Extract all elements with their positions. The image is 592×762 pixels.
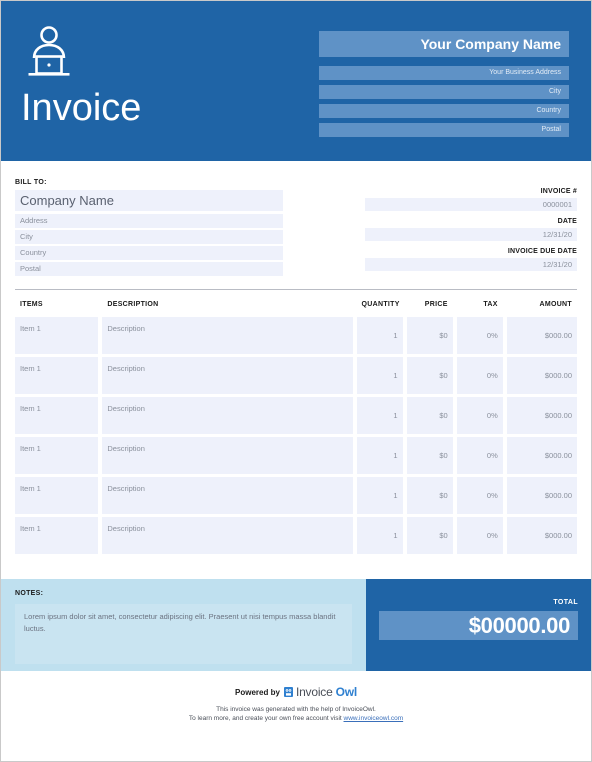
company-postal-field[interactable]: Postal <box>319 123 569 137</box>
cell-amount[interactable]: $000.00 <box>506 397 577 434</box>
cell-quantity[interactable]: 1 <box>356 477 403 514</box>
bill-to-postal-field[interactable]: Postal <box>15 262 283 276</box>
bill-to-section: BILL TO: Company Name Address City Count… <box>15 179 283 278</box>
invoice-page: Invoice Your Company Name Your Business … <box>0 0 592 762</box>
invoice-date-label: DATE <box>557 218 577 225</box>
cell-item[interactable]: Item 1 <box>15 437 99 474</box>
cell-tax[interactable]: 0% <box>456 317 503 354</box>
cell-description[interactable]: Description <box>102 317 353 354</box>
cell-tax[interactable]: 0% <box>456 477 503 514</box>
bill-to-city-field[interactable]: City <box>15 230 283 244</box>
notes-field[interactable]: Lorem ipsum dolor sit amet, consectetur … <box>15 604 352 664</box>
cell-description[interactable]: Description <box>102 397 353 434</box>
column-header-price: PRICE <box>424 301 448 308</box>
table-row: Item 1 Description 1 $0 0% $000.00 <box>15 317 577 354</box>
cell-quantity[interactable]: 1 <box>356 357 403 394</box>
line-items-table: ITEMS DESCRIPTION QUANTITY PRICE TAX AMO… <box>11 298 581 557</box>
cell-quantity[interactable]: 1 <box>356 317 403 354</box>
invoiceowl-logo[interactable]: Invoice Owl <box>283 685 358 699</box>
bill-to-company-field[interactable]: Company Name <box>15 190 283 211</box>
total-label: TOTAL <box>553 599 578 606</box>
cell-tax[interactable]: 0% <box>456 517 503 554</box>
column-header-tax: TAX <box>483 301 498 308</box>
notes-total-bar: NOTES: Lorem ipsum dolor sit amet, conse… <box>1 579 591 671</box>
cell-amount[interactable]: $000.00 <box>506 437 577 474</box>
invoice-number-field[interactable]: 0000001 <box>365 198 577 211</box>
cell-price[interactable]: $0 <box>406 517 453 554</box>
page-title: Invoice <box>21 87 142 129</box>
invoice-number-label: INVOICE # <box>540 188 577 195</box>
footer-line-1: This invoice was generated with the help… <box>216 706 376 713</box>
company-address-field[interactable]: Your Business Address <box>319 66 569 80</box>
cell-description[interactable]: Description <box>102 437 353 474</box>
total-section: TOTAL $00000.00 <box>366 579 591 671</box>
table-row: Item 1 Description 1 $0 0% $000.00 <box>15 477 577 514</box>
cell-tax[interactable]: 0% <box>456 357 503 394</box>
cell-price[interactable]: $0 <box>406 477 453 514</box>
cell-description[interactable]: Description <box>102 517 353 554</box>
table-header-row: ITEMS DESCRIPTION QUANTITY PRICE TAX AMO… <box>15 301 577 314</box>
cell-tax[interactable]: 0% <box>456 437 503 474</box>
column-header-items: ITEMS <box>20 301 43 308</box>
bill-to-country-field[interactable]: Country <box>15 246 283 260</box>
powered-by-label: Powered by <box>235 687 280 697</box>
cell-item[interactable]: Item 1 <box>15 397 99 434</box>
section-divider <box>15 289 577 290</box>
owl-icon <box>283 687 293 697</box>
cell-item[interactable]: Item 1 <box>15 517 99 554</box>
cell-description[interactable]: Description <box>102 477 353 514</box>
invoice-due-date-label: INVOICE DUE DATE <box>507 248 577 255</box>
table-row: Item 1 Description 1 $0 0% $000.00 <box>15 517 577 554</box>
notes-label: NOTES: <box>15 590 44 597</box>
company-fields: Your Company Name Your Business Address … <box>319 31 569 137</box>
invoice-meta-section: INVOICE # 0000001 DATE 12/31/20 INVOICE … <box>365 179 577 278</box>
table-header: ITEMS DESCRIPTION QUANTITY PRICE TAX AMO… <box>15 301 577 314</box>
invoiceowl-link[interactable]: www.invoiceowl.com <box>344 715 404 722</box>
invoice-footer: Powered by Invoice Owl This invoice was … <box>1 671 591 723</box>
cell-price[interactable]: $0 <box>406 357 453 394</box>
footer-line-2: To learn more, and create your own free … <box>1 714 591 723</box>
invoice-date-field[interactable]: 12/31/20 <box>365 228 577 241</box>
cell-price[interactable]: $0 <box>406 397 453 434</box>
bill-to-label: BILL TO: <box>15 179 47 186</box>
invoice-body: BILL TO: Company Name Address City Count… <box>1 161 591 557</box>
cell-item[interactable]: Item 1 <box>15 317 99 354</box>
cell-quantity[interactable]: 1 <box>356 517 403 554</box>
company-city-field[interactable]: City <box>319 85 569 99</box>
total-amount-field[interactable]: $00000.00 <box>379 611 578 640</box>
invoice-due-date-field[interactable]: 12/31/20 <box>365 258 577 271</box>
notes-section: NOTES: Lorem ipsum dolor sit amet, conse… <box>1 579 366 671</box>
company-country-field[interactable]: Country <box>319 104 569 118</box>
person-at-desk-icon <box>23 25 75 81</box>
table-row: Item 1 Description 1 $0 0% $000.00 <box>15 437 577 474</box>
cell-item[interactable]: Item 1 <box>15 357 99 394</box>
cell-quantity[interactable]: 1 <box>356 397 403 434</box>
column-header-quantity: QUANTITY <box>361 301 400 308</box>
powered-by-row: Powered by Invoice Owl <box>1 685 591 699</box>
billing-row: BILL TO: Company Name Address City Count… <box>15 161 577 278</box>
cell-quantity[interactable]: 1 <box>356 437 403 474</box>
invoice-header: Invoice Your Company Name Your Business … <box>1 1 591 161</box>
table-row: Item 1 Description 1 $0 0% $000.00 <box>15 357 577 394</box>
cell-description[interactable]: Description <box>102 357 353 394</box>
company-name-field[interactable]: Your Company Name <box>319 31 569 57</box>
cell-amount[interactable]: $000.00 <box>506 357 577 394</box>
cell-price[interactable]: $0 <box>406 317 453 354</box>
cell-item[interactable]: Item 1 <box>15 477 99 514</box>
cell-tax[interactable]: 0% <box>456 397 503 434</box>
brand-name-owl: Owl <box>335 685 358 699</box>
cell-amount[interactable]: $000.00 <box>506 477 577 514</box>
column-header-description: DESCRIPTION <box>107 301 159 308</box>
brand-block: Invoice <box>21 25 223 129</box>
footer-line-2-prefix: To learn more, and create your own free … <box>188 715 344 722</box>
cell-amount[interactable]: $000.00 <box>506 517 577 554</box>
column-header-amount: AMOUNT <box>539 301 572 308</box>
cell-amount[interactable]: $000.00 <box>506 317 577 354</box>
cell-price[interactable]: $0 <box>406 437 453 474</box>
bill-to-address-field[interactable]: Address <box>15 214 283 228</box>
table-row: Item 1 Description 1 $0 0% $000.00 <box>15 397 577 434</box>
brand-name-invoice: Invoice <box>295 685 333 699</box>
table-body: Item 1 Description 1 $0 0% $000.00 Item 1 Descr… <box>15 317 577 554</box>
